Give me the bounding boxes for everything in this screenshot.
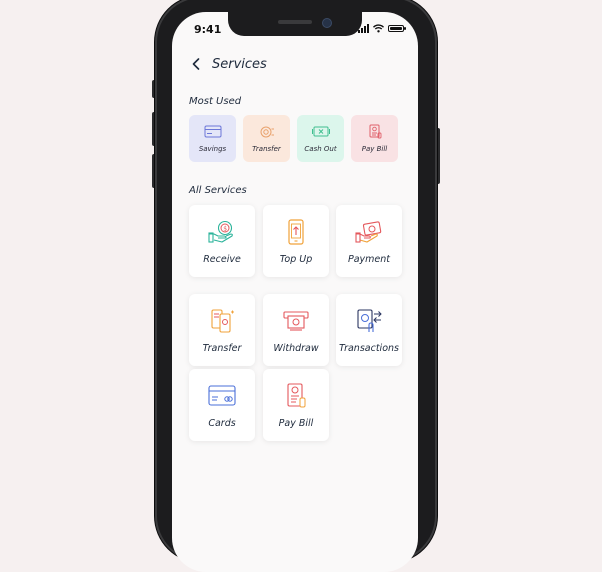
pay-bill-icon [366, 124, 384, 139]
front-camera [322, 18, 332, 28]
all-services-heading: All Services [189, 185, 247, 196]
withdraw-cash-icon [282, 308, 310, 334]
header: Services [188, 56, 267, 72]
service-transfer[interactable]: Transfer [189, 294, 255, 366]
service-label: Top Up [279, 254, 313, 265]
most-used-transfer[interactable]: Transfer [243, 115, 290, 162]
most-used-label: Transfer [252, 144, 281, 153]
service-cards[interactable]: Cards [189, 369, 255, 441]
most-used-label: Pay Bill [361, 144, 388, 153]
svg-text:$: $ [223, 225, 227, 232]
speaker [278, 20, 312, 24]
most-used-label: Cash Out [304, 144, 337, 153]
service-pay-bill[interactable]: Pay Bill [263, 369, 329, 441]
receive-hand-coin-icon: $ [208, 219, 236, 245]
cellular-signal-icon [358, 24, 369, 33]
transactions-icon [355, 308, 383, 334]
transfer-phone-icon [208, 308, 236, 334]
service-label: Pay Bill [278, 418, 314, 429]
back-chevron-icon[interactable] [188, 56, 204, 72]
service-receive[interactable]: $ Receive [189, 205, 255, 277]
pay-bill-icon [282, 383, 310, 409]
phone-screen: 9:41 Services Most Used Savings Transfer… [172, 12, 418, 572]
status-time: 9:41 [194, 23, 222, 36]
status-icons [358, 24, 406, 33]
battery-icon [388, 25, 406, 32]
service-transactions[interactable]: Transactions [336, 294, 402, 366]
service-top-up[interactable]: Top Up [263, 205, 329, 277]
most-used-savings[interactable]: Savings [189, 115, 236, 162]
service-payment[interactable]: Payment [336, 205, 402, 277]
service-label: Withdraw [273, 343, 319, 354]
page-title: Services [212, 56, 267, 72]
most-used-cash-out[interactable]: Cash Out [297, 115, 344, 162]
notch [228, 12, 362, 36]
service-label: Cards [208, 418, 236, 429]
payment-card-icon [355, 219, 383, 245]
services-grid: $ Receive Top Up Payment Transfer Withdr… [188, 205, 404, 445]
service-label: Receive [203, 254, 241, 265]
cards-icon [208, 383, 236, 409]
wifi-icon [373, 24, 384, 33]
transfer-coin-icon [258, 125, 276, 139]
top-up-phone-icon [282, 219, 310, 245]
service-withdraw[interactable]: Withdraw [263, 294, 329, 366]
most-used-heading: Most Used [189, 96, 242, 107]
most-used-list: Savings Transfer Cash Out Pay Bill [189, 115, 398, 162]
service-label: Payment [347, 254, 391, 265]
most-used-label: Savings [198, 144, 227, 153]
service-label: Transactions [339, 343, 399, 354]
service-label: Transfer [202, 343, 242, 354]
savings-card-icon [204, 125, 222, 139]
most-used-pay-bill[interactable]: Pay Bill [351, 115, 398, 162]
cash-out-icon [311, 125, 330, 139]
